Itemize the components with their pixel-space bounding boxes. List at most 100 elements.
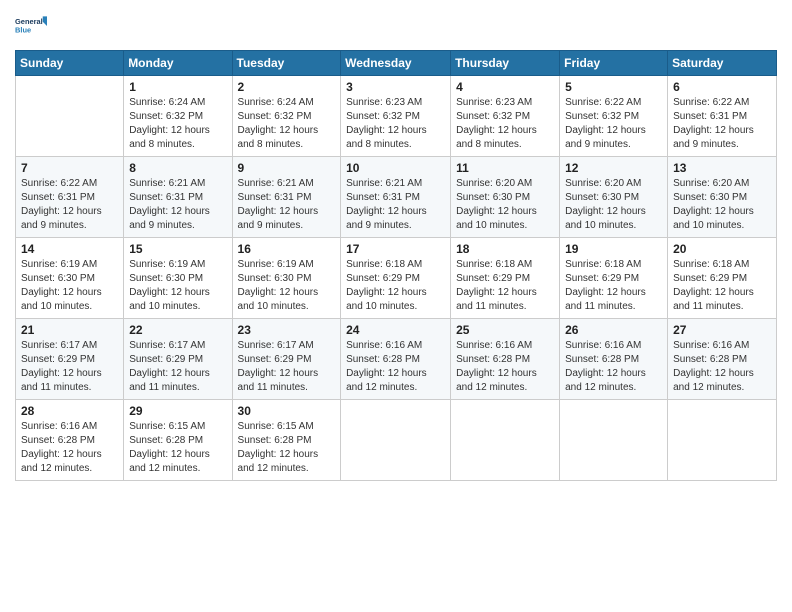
day-info: Sunrise: 6:16 AM Sunset: 6:28 PM Dayligh… bbox=[346, 339, 445, 395]
calendar-cell bbox=[668, 400, 777, 481]
day-info: Sunrise: 6:21 AM Sunset: 6:31 PM Dayligh… bbox=[129, 177, 226, 233]
calendar-cell: 14 Sunrise: 6:19 AM Sunset: 6:30 PM Dayli… bbox=[16, 238, 124, 319]
calendar-cell: 20 Sunrise: 6:18 AM Sunset: 6:29 PM Dayli… bbox=[668, 238, 777, 319]
week-row-1: 1 Sunrise: 6:24 AM Sunset: 6:32 PM Daylig… bbox=[16, 76, 777, 157]
day-number: 21 bbox=[21, 323, 118, 337]
calendar-cell: 13Sunrise: 6:20 AM Sunset: 6:30 PM Dayli… bbox=[668, 157, 777, 238]
day-number: 7 bbox=[21, 161, 118, 175]
calendar-cell: 27 Sunrise: 6:16 AM Sunset: 6:28 PM Dayli… bbox=[668, 319, 777, 400]
day-info: Sunrise: 6:19 AM Sunset: 6:30 PM Dayligh… bbox=[238, 258, 336, 314]
calendar-cell: 19Sunrise: 6:18 AM Sunset: 6:29 PM Dayli… bbox=[560, 238, 668, 319]
logo-svg: General Blue bbox=[15, 10, 47, 42]
weekday-header-monday: Monday bbox=[124, 51, 232, 76]
day-info: Sunrise: 6:24 AM Sunset: 6:32 PM Dayligh… bbox=[129, 96, 226, 152]
calendar-cell: 17 Sunrise: 6:18 AM Sunset: 6:29 PM Dayli… bbox=[341, 238, 451, 319]
day-info: Sunrise: 6:22 AM Sunset: 6:31 PM Dayligh… bbox=[21, 177, 118, 233]
day-info: Sunrise: 6:20 AM Sunset: 6:30 PM Dayligh… bbox=[565, 177, 662, 233]
day-number: 2 bbox=[238, 80, 336, 94]
day-info: Sunrise: 6:20 AM Sunset: 6:30 PM Dayligh… bbox=[673, 177, 771, 233]
day-number: 26 bbox=[565, 323, 662, 337]
calendar-cell: 28 Sunrise: 6:16 AM Sunset: 6:28 PM Dayli… bbox=[16, 400, 124, 481]
day-number: 1 bbox=[129, 80, 226, 94]
day-number: 10 bbox=[346, 161, 445, 175]
day-info: Sunrise: 6:18 AM Sunset: 6:29 PM Dayligh… bbox=[456, 258, 554, 314]
day-info: Sunrise: 6:16 AM Sunset: 6:28 PM Dayligh… bbox=[673, 339, 771, 395]
day-info: Sunrise: 6:17 AM Sunset: 6:29 PM Dayligh… bbox=[21, 339, 118, 395]
day-number: 20 bbox=[673, 242, 771, 256]
week-row-2: 7 Sunrise: 6:22 AM Sunset: 6:31 PM Daylig… bbox=[16, 157, 777, 238]
day-number: 14 bbox=[21, 242, 118, 256]
calendar-cell bbox=[341, 400, 451, 481]
calendar-cell: 6 Sunrise: 6:22 AM Sunset: 6:31 PM Daylig… bbox=[668, 76, 777, 157]
calendar-cell: 7 Sunrise: 6:22 AM Sunset: 6:31 PM Daylig… bbox=[16, 157, 124, 238]
day-info: Sunrise: 6:17 AM Sunset: 6:29 PM Dayligh… bbox=[129, 339, 226, 395]
calendar-cell: 29 Sunrise: 6:15 AM Sunset: 6:28 PM Dayli… bbox=[124, 400, 232, 481]
day-number: 23 bbox=[238, 323, 336, 337]
calendar-cell: 24 Sunrise: 6:16 AM Sunset: 6:28 PM Dayli… bbox=[341, 319, 451, 400]
calendar-cell: 12 Sunrise: 6:20 AM Sunset: 6:30 PM Dayli… bbox=[560, 157, 668, 238]
calendar-cell: 22 Sunrise: 6:17 AM Sunset: 6:29 PM Dayli… bbox=[124, 319, 232, 400]
day-number: 4 bbox=[456, 80, 554, 94]
calendar-cell: 4Sunrise: 6:23 AM Sunset: 6:32 PM Daylig… bbox=[451, 76, 560, 157]
day-number: 5 bbox=[565, 80, 662, 94]
day-number: 29 bbox=[129, 404, 226, 418]
calendar-cell: 21 Sunrise: 6:17 AM Sunset: 6:29 PM Dayli… bbox=[16, 319, 124, 400]
calendar-table: SundayMondayTuesdayWednesdayThursdayFrid… bbox=[15, 50, 777, 481]
day-info: Sunrise: 6:16 AM Sunset: 6:28 PM Dayligh… bbox=[456, 339, 554, 395]
day-info: Sunrise: 6:22 AM Sunset: 6:32 PM Dayligh… bbox=[565, 96, 662, 152]
calendar-cell: 5 Sunrise: 6:22 AM Sunset: 6:32 PM Daylig… bbox=[560, 76, 668, 157]
day-number: 12 bbox=[565, 161, 662, 175]
calendar-cell: 9Sunrise: 6:21 AM Sunset: 6:31 PM Daylig… bbox=[232, 157, 341, 238]
day-number: 22 bbox=[129, 323, 226, 337]
day-info: Sunrise: 6:19 AM Sunset: 6:30 PM Dayligh… bbox=[129, 258, 226, 314]
calendar-cell: 18 Sunrise: 6:18 AM Sunset: 6:29 PM Dayli… bbox=[451, 238, 560, 319]
weekday-header-wednesday: Wednesday bbox=[341, 51, 451, 76]
day-info: Sunrise: 6:19 AM Sunset: 6:30 PM Dayligh… bbox=[21, 258, 118, 314]
svg-text:General: General bbox=[15, 17, 43, 26]
day-number: 19 bbox=[565, 242, 662, 256]
day-info: Sunrise: 6:16 AM Sunset: 6:28 PM Dayligh… bbox=[565, 339, 662, 395]
day-info: Sunrise: 6:18 AM Sunset: 6:29 PM Dayligh… bbox=[346, 258, 445, 314]
day-number: 11 bbox=[456, 161, 554, 175]
calendar-cell: 11 Sunrise: 6:20 AM Sunset: 6:30 PM Dayli… bbox=[451, 157, 560, 238]
calendar-cell: 3 Sunrise: 6:23 AM Sunset: 6:32 PM Daylig… bbox=[341, 76, 451, 157]
calendar-cell: 26 Sunrise: 6:16 AM Sunset: 6:28 PM Dayli… bbox=[560, 319, 668, 400]
weekday-header-saturday: Saturday bbox=[668, 51, 777, 76]
weekday-header-friday: Friday bbox=[560, 51, 668, 76]
calendar-cell: 1 Sunrise: 6:24 AM Sunset: 6:32 PM Daylig… bbox=[124, 76, 232, 157]
day-number: 18 bbox=[456, 242, 554, 256]
day-number: 30 bbox=[238, 404, 336, 418]
calendar-body: 1 Sunrise: 6:24 AM Sunset: 6:32 PM Daylig… bbox=[16, 76, 777, 481]
day-number: 27 bbox=[673, 323, 771, 337]
calendar-cell bbox=[451, 400, 560, 481]
day-number: 28 bbox=[21, 404, 118, 418]
calendar-cell bbox=[560, 400, 668, 481]
day-number: 24 bbox=[346, 323, 445, 337]
day-number: 15 bbox=[129, 242, 226, 256]
week-row-3: 14 Sunrise: 6:19 AM Sunset: 6:30 PM Dayli… bbox=[16, 238, 777, 319]
day-number: 8 bbox=[129, 161, 226, 175]
weekday-header-sunday: Sunday bbox=[16, 51, 124, 76]
day-number: 3 bbox=[346, 80, 445, 94]
calendar-cell: 15 Sunrise: 6:19 AM Sunset: 6:30 PM Dayli… bbox=[124, 238, 232, 319]
calendar-cell: 16 Sunrise: 6:19 AM Sunset: 6:30 PM Dayli… bbox=[232, 238, 341, 319]
day-info: Sunrise: 6:17 AM Sunset: 6:29 PM Dayligh… bbox=[238, 339, 336, 395]
svg-text:Blue: Blue bbox=[15, 25, 31, 34]
day-info: Sunrise: 6:16 AM Sunset: 6:28 PM Dayligh… bbox=[21, 420, 118, 476]
week-row-5: 28 Sunrise: 6:16 AM Sunset: 6:28 PM Dayli… bbox=[16, 400, 777, 481]
page-header: General Blue bbox=[15, 10, 777, 42]
weekday-header-row: SundayMondayTuesdayWednesdayThursdayFrid… bbox=[16, 51, 777, 76]
day-info: Sunrise: 6:15 AM Sunset: 6:28 PM Dayligh… bbox=[129, 420, 226, 476]
calendar-cell: 30Sunrise: 6:15 AM Sunset: 6:28 PM Dayli… bbox=[232, 400, 341, 481]
day-info: Sunrise: 6:20 AM Sunset: 6:30 PM Dayligh… bbox=[456, 177, 554, 233]
day-info: Sunrise: 6:22 AM Sunset: 6:31 PM Dayligh… bbox=[673, 96, 771, 152]
logo: General Blue bbox=[15, 10, 47, 42]
week-row-4: 21 Sunrise: 6:17 AM Sunset: 6:29 PM Dayli… bbox=[16, 319, 777, 400]
day-number: 17 bbox=[346, 242, 445, 256]
day-info: Sunrise: 6:23 AM Sunset: 6:32 PM Dayligh… bbox=[346, 96, 445, 152]
calendar-cell: 23 Sunrise: 6:17 AM Sunset: 6:29 PM Dayli… bbox=[232, 319, 341, 400]
calendar-cell: 8 Sunrise: 6:21 AM Sunset: 6:31 PM Daylig… bbox=[124, 157, 232, 238]
day-info: Sunrise: 6:18 AM Sunset: 6:29 PM Dayligh… bbox=[673, 258, 771, 314]
day-number: 16 bbox=[238, 242, 336, 256]
day-number: 6 bbox=[673, 80, 771, 94]
